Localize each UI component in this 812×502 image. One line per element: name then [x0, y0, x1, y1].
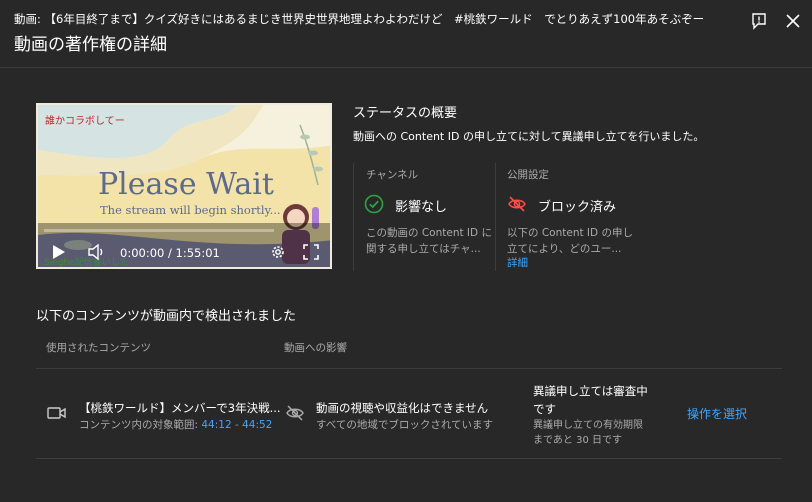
- details-link[interactable]: 詳細: [507, 255, 528, 270]
- column-divider: [353, 163, 354, 271]
- feedback-flag-icon[interactable]: [749, 11, 769, 31]
- player-controls: 0:00:00 / 1:55:01: [38, 105, 330, 267]
- playback-time: 0:00:00 / 1:55:01: [120, 246, 220, 260]
- blocked-eye-icon: [507, 194, 527, 214]
- impact-summary: 動画の視聴や収益化はできません: [316, 401, 489, 415]
- page-title: 動画の著作権の詳細: [14, 35, 167, 55]
- progress-bar[interactable]: [44, 229, 274, 232]
- channel-value: 影響なし: [395, 200, 448, 215]
- status-summary-title: ステータスの概要: [353, 106, 458, 121]
- column-header-impact: 動画への影響: [284, 342, 347, 354]
- blocked-eye-icon: [285, 404, 305, 426]
- detected-content-title: 以下のコンテンツが動画内で検出されました: [36, 309, 297, 324]
- channel-desc-line1: この動画の Content ID に: [366, 227, 492, 239]
- volume-icon[interactable]: [88, 243, 106, 264]
- range-label: コンテンツ内の対象範囲:: [79, 419, 202, 431]
- visibility-desc-line1: 以下の Content ID の申し: [507, 227, 633, 239]
- fullscreen-icon[interactable]: [303, 244, 319, 264]
- visibility-value: ブロック済み: [538, 200, 617, 215]
- range-timestamp[interactable]: 44:12 - 44:52: [201, 419, 272, 431]
- check-circle-icon: [364, 194, 384, 214]
- status-summary-description: 動画への Content ID の申し立てに対して異議申し立てを行いました。: [353, 130, 705, 143]
- video-camera-icon: [47, 405, 67, 425]
- dispute-expiry: 異議申し立ての有効期限まであと 30 日です: [533, 420, 643, 446]
- table-divider: [36, 368, 782, 369]
- play-icon[interactable]: [52, 244, 66, 264]
- close-icon[interactable]: [783, 11, 803, 31]
- dialog-header: 動画: 【6年目終了まで】クイズ好きにはあるまじき世界史世界地理よわよわだけど …: [0, 0, 812, 68]
- impact-detail: すべての地域でブロックされています: [316, 419, 494, 431]
- column-header-content: 使用されたコンテンツ: [46, 342, 151, 354]
- table-divider: [36, 458, 782, 459]
- settings-gear-icon[interactable]: [270, 244, 286, 264]
- video-title: 動画: 【6年目終了まで】クイズ好きにはあるまじき世界史世界地理よわよわだけど …: [14, 12, 705, 26]
- claimed-content-range: コンテンツ内の対象範囲: 44:12 - 44:52: [79, 417, 272, 432]
- select-action-button[interactable]: 操作を選択: [687, 405, 747, 422]
- dispute-status: 異議申し立ては審査中です: [533, 384, 648, 416]
- channel-label: チャンネル: [366, 169, 419, 181]
- visibility-label: 公開設定: [507, 169, 549, 181]
- video-player[interactable]: 誰かコラボしてー Please Wait The stream will beg…: [36, 103, 332, 269]
- claimed-content-title: 【桃鉄ワールド】メンバーで3年決戦...: [79, 401, 281, 415]
- column-divider: [495, 163, 496, 271]
- channel-desc-line2: 関する申し立てはチャ...: [366, 243, 481, 255]
